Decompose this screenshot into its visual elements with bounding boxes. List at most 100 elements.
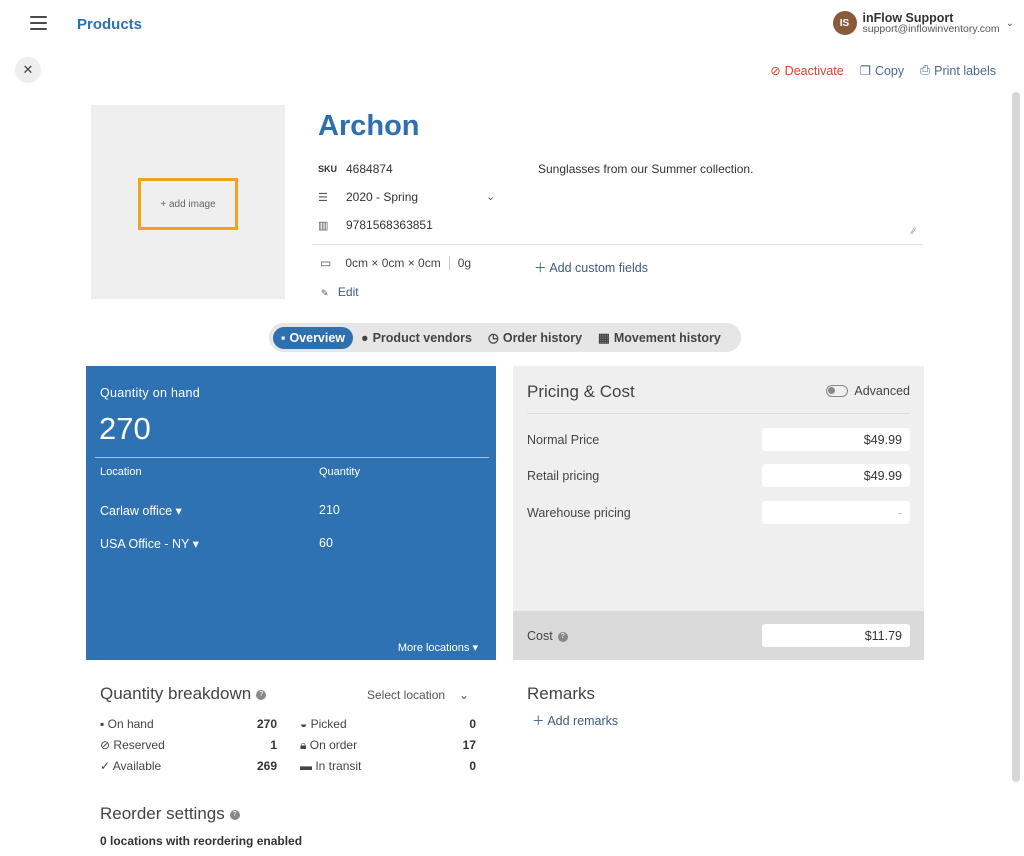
- basket-icon: ◒: [300, 717, 308, 731]
- tab-order-history[interactable]: ◷ Order history: [480, 326, 590, 349]
- help-icon[interactable]: ?: [229, 809, 240, 820]
- deactivate-button[interactable]: ⊘ Deactivate: [770, 63, 844, 79]
- breakdown-label: Reserved: [113, 738, 165, 752]
- breakdown-label: Available: [112, 759, 162, 773]
- dimensions-value: 0cm × 0cm × 0cm: [345, 256, 441, 270]
- clock-icon: ◷: [487, 331, 499, 345]
- price-label: Retail pricing: [527, 469, 600, 483]
- divider: [312, 244, 923, 245]
- quantity-header: Quantity: [319, 466, 360, 478]
- breakdown-label: In transit: [315, 759, 362, 773]
- list-icon: ☰: [318, 191, 328, 204]
- breakdown-value: 270: [256, 717, 277, 731]
- top-bar: Products IS inFlow Support support@inflo…: [0, 0, 1024, 50]
- pencil-icon: ✎: [321, 288, 329, 298]
- user-menu[interactable]: IS inFlow Support support@inflowinventor…: [832, 10, 1014, 35]
- chevron-down-icon: ⌄: [1005, 17, 1014, 29]
- breakdown-item: ◒ Picked: [300, 717, 347, 731]
- breakdown-value: 0: [469, 759, 476, 773]
- toggle-switch[interactable]: [826, 385, 849, 397]
- breakdown-label: On order: [309, 738, 358, 752]
- reorder-settings-title: Reorder settings?: [100, 804, 240, 824]
- product-actions: ⊘ Deactivate ❐ Copy ⎙ Print labels: [770, 63, 996, 78]
- reorder-summary: 0 locations with reordering enabled: [100, 834, 303, 848]
- remarks-title: Remarks: [527, 684, 596, 703]
- pricing-title: Pricing & Cost: [527, 382, 635, 401]
- resize-handle-icon[interactable]: ⁄⁄: [912, 226, 915, 236]
- barcode-icon: ▥: [318, 219, 329, 232]
- box-icon: ▪: [281, 330, 286, 345]
- separator: [448, 256, 450, 270]
- ruler-icon: ▭: [320, 256, 332, 270]
- menu-icon[interactable]: [30, 16, 47, 30]
- edit-button[interactable]: ✎ Edit: [321, 285, 359, 299]
- warehouse-price-input[interactable]: -: [762, 501, 910, 524]
- qoh-title: Quantity on hand: [100, 386, 201, 400]
- print-labels-button[interactable]: ⎙ Print labels: [920, 63, 996, 78]
- box-icon: ▪: [100, 717, 105, 731]
- add-remarks-button[interactable]: ＋ Add remarks: [532, 710, 618, 729]
- tab-label: Overview: [289, 330, 346, 345]
- sku-field[interactable]: SKU 4684874: [318, 162, 393, 176]
- quantity-breakdown-title: Quantity breakdown?: [100, 684, 267, 704]
- retail-price-input[interactable]: $49.99: [762, 464, 910, 487]
- select-location-dropdown[interactable]: Select location ⌄: [367, 688, 469, 702]
- tab-product-vendors[interactable]: ● Product vendors: [353, 327, 480, 349]
- user-name: inFlow Support: [862, 10, 954, 25]
- cost-input[interactable]: $11.79: [762, 624, 910, 647]
- tab-movement-history[interactable]: ▦ Movement history: [590, 326, 729, 349]
- more-locations-button[interactable]: More locations ▾: [398, 641, 478, 654]
- qoh-total: 270: [99, 411, 151, 446]
- tab-overview[interactable]: ▪ Overview: [273, 326, 354, 349]
- description-field[interactable]: Sunglasses from our Summer collection.: [538, 162, 753, 176]
- advanced-toggle[interactable]: Advanced: [826, 384, 910, 398]
- lock-icon: 🔒︎: [300, 738, 307, 752]
- add-image-button[interactable]: + add image: [138, 178, 238, 230]
- close-icon: ✕: [22, 62, 34, 77]
- breakdown-label: On hand: [107, 717, 154, 731]
- select-location-label: Select location: [367, 688, 446, 702]
- breakdown-item: ▬ In transit: [300, 759, 361, 773]
- normal-price-input[interactable]: $49.99: [762, 428, 910, 451]
- user-email: support@inflowinventory.com: [862, 22, 1000, 35]
- tab-bar: ▪ Overview ● Product vendors ◷ Order his…: [269, 323, 741, 352]
- breakdown-value: 0: [469, 717, 476, 731]
- add-custom-fields-button[interactable]: ＋ Add custom fields: [534, 257, 648, 276]
- dimensions-field[interactable]: ▭ 0cm × 0cm × 0cm 0g: [320, 256, 471, 270]
- divider: [95, 457, 489, 458]
- category-field[interactable]: ☰ 2020 - Spring: [318, 190, 498, 204]
- tab-label: Order history: [502, 330, 583, 345]
- ban-icon: ⊘: [770, 64, 781, 78]
- location-quantity: 60: [319, 536, 333, 550]
- cost-label: Cost?: [527, 629, 568, 643]
- sku-label: SKU: [318, 164, 338, 174]
- price-label: Normal Price: [527, 433, 600, 447]
- help-icon[interactable]: ?: [557, 631, 568, 642]
- quantity-on-hand-panel: Quantity on hand 270 Location Quantity C…: [86, 366, 496, 660]
- scrollbar[interactable]: [1012, 92, 1020, 782]
- product-name[interactable]: Archon: [318, 110, 420, 143]
- barcode-field[interactable]: ▥ 9781568363851: [318, 218, 433, 232]
- location-quantity: 210: [319, 503, 340, 517]
- add-remarks-label: Add remarks: [547, 714, 619, 728]
- chevron-down-icon[interactable]: ⌄: [486, 190, 495, 203]
- add-custom-label: Add custom fields: [549, 261, 648, 275]
- location-header: Location: [100, 466, 142, 478]
- help-icon[interactable]: ?: [256, 689, 267, 700]
- breakdown-value: 1: [270, 738, 277, 752]
- location-carlaw-office[interactable]: Carlaw office ▾: [100, 503, 182, 518]
- close-button[interactable]: ✕: [15, 57, 41, 83]
- plus-icon: ＋: [532, 714, 545, 728]
- ban-icon: ⊘: [100, 738, 111, 752]
- truck-icon: ▬: [300, 759, 312, 773]
- weight-value: 0g: [457, 256, 472, 270]
- location-usa-office[interactable]: USA Office - NY ▾: [100, 536, 199, 551]
- breakdown-value: 269: [256, 759, 277, 773]
- page-title: Products: [77, 16, 143, 33]
- reorder-title-text: Reorder settings: [100, 804, 225, 823]
- category-value: 2020 - Spring: [346, 190, 419, 204]
- edit-label: Edit: [337, 285, 359, 299]
- breakdown-item: ⊘ Reserved: [100, 738, 165, 752]
- advanced-label: Advanced: [854, 384, 910, 398]
- copy-button[interactable]: ❐ Copy: [860, 63, 904, 79]
